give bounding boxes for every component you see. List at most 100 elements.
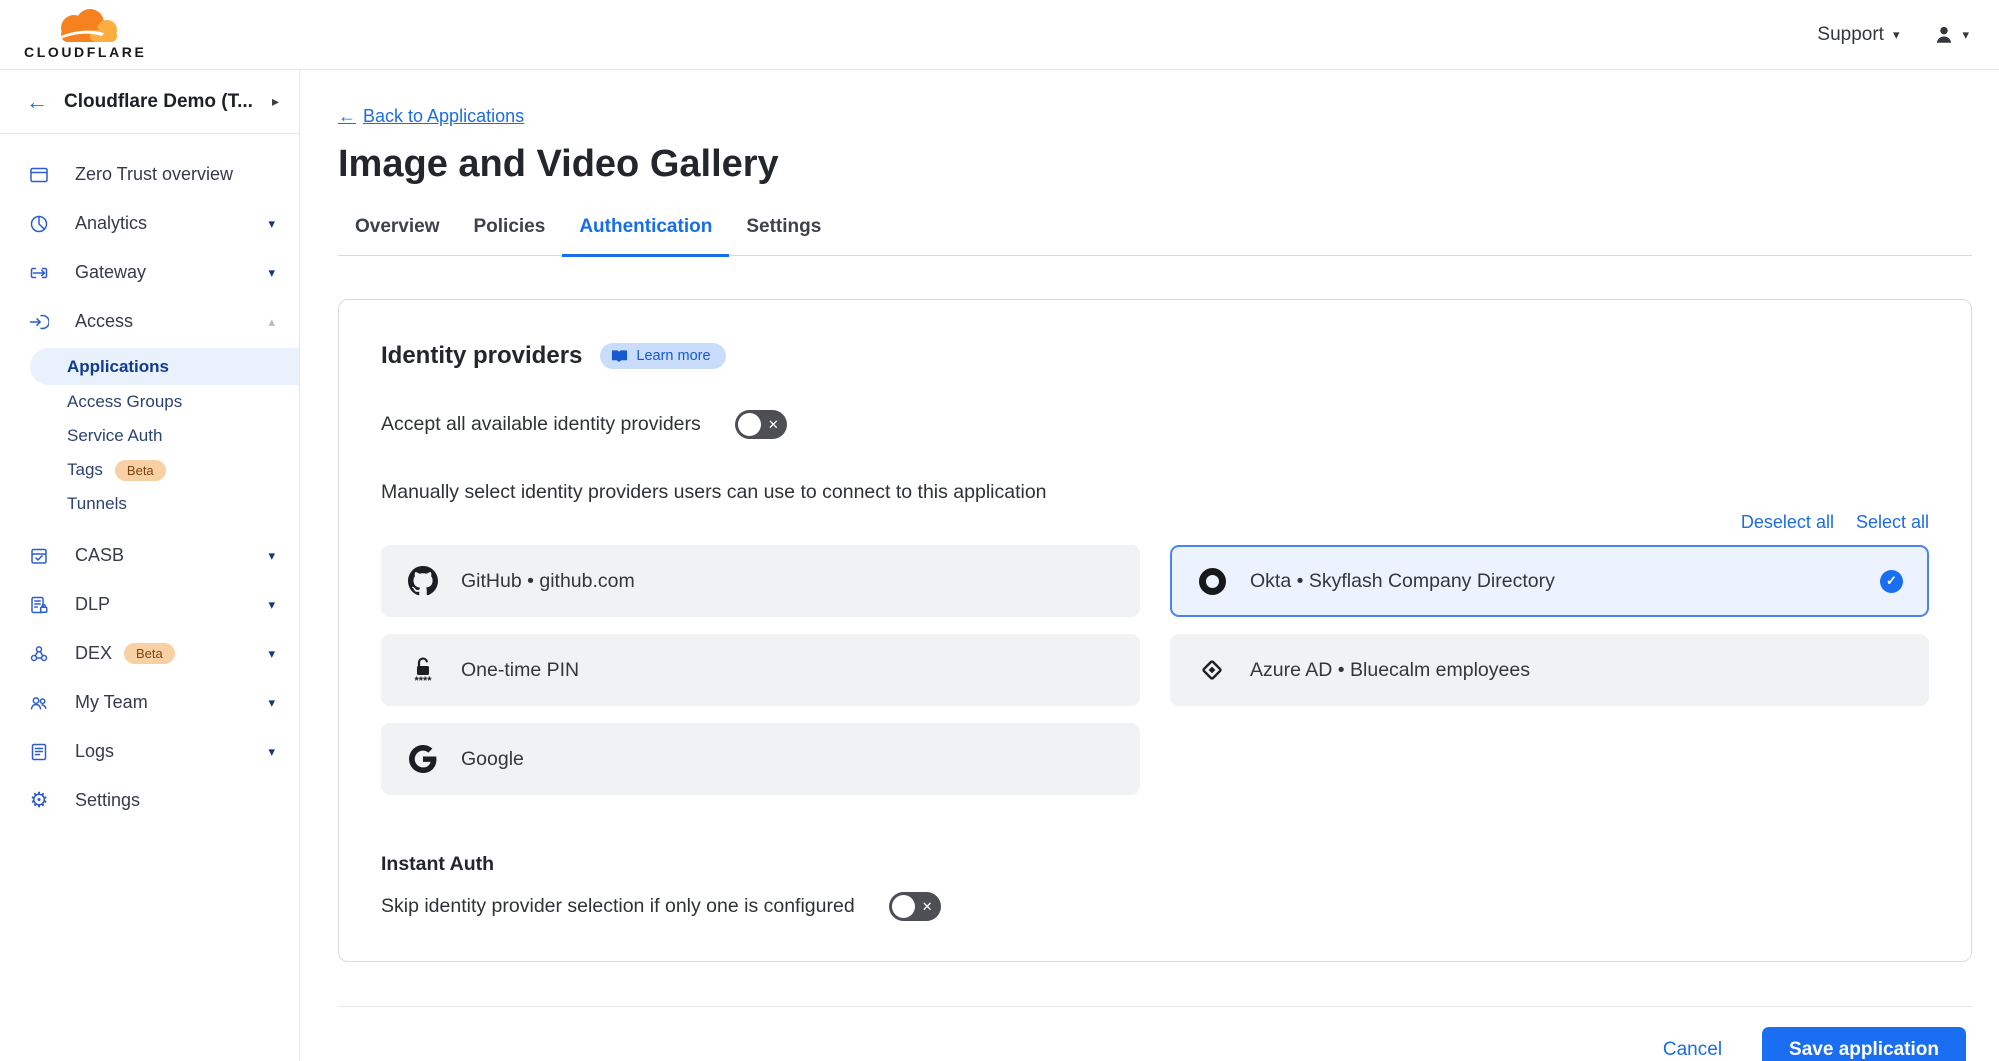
- sidebar-item-tunnels[interactable]: Tunnels: [0, 487, 299, 521]
- sidebar-item-zero-trust-overview[interactable]: Zero Trust overview: [0, 150, 299, 199]
- provider-label: Okta • Skyflash Company Directory: [1250, 570, 1555, 593]
- tab-authentication[interactable]: Authentication: [562, 216, 729, 257]
- access-submenu: Applications Access Groups Service Auth …: [0, 346, 299, 531]
- access-arrow-icon: [28, 312, 50, 332]
- network-icon: [28, 644, 50, 664]
- provider-azure-ad[interactable]: Azure AD • Bluecalm employees: [1170, 634, 1929, 706]
- sidebar-item-access-groups[interactable]: Access Groups: [0, 385, 299, 419]
- chevron-down-icon[interactable]: ▾: [268, 265, 275, 281]
- sidebar-item-applications[interactable]: Applications: [30, 348, 299, 385]
- learn-more-button[interactable]: Learn more: [600, 343, 725, 369]
- toggle-x-icon: ✕: [768, 417, 779, 433]
- instant-auth-label: Skip identity provider selection if only…: [381, 895, 855, 918]
- footer-actions: Cancel Save application: [338, 1007, 1972, 1061]
- sidebar-item-logs[interactable]: Logs ▾: [0, 727, 299, 776]
- provider-github[interactable]: GitHub • github.com: [381, 545, 1140, 617]
- provider-okta[interactable]: Okta • Skyflash Company Directory ✓: [1170, 545, 1929, 617]
- cancel-button[interactable]: Cancel: [1663, 1039, 1722, 1061]
- sidebar-item-label: Analytics: [75, 213, 147, 234]
- account-name[interactable]: Cloudflare Demo (T...: [64, 91, 256, 113]
- provider-one-time-pin[interactable]: **** One-time PIN: [381, 634, 1140, 706]
- chevron-down-icon[interactable]: ▾: [268, 216, 275, 232]
- sidebar-item-service-auth[interactable]: Service Auth: [0, 419, 299, 453]
- provider-label: GitHub • github.com: [461, 570, 635, 593]
- sidebar: ← Cloudflare Demo (T... ▸ Zero Trust ove…: [0, 70, 300, 1061]
- support-menu[interactable]: Support ▾: [1817, 24, 1899, 46]
- book-icon: [611, 349, 628, 363]
- sidebar-item-analytics[interactable]: Analytics ▾: [0, 199, 299, 248]
- identity-providers-card: Identity providers Learn more Accept all…: [338, 299, 1972, 962]
- provider-grid: GitHub • github.com Okta • Skyflash Comp…: [381, 545, 1929, 795]
- chevron-right-icon[interactable]: ▸: [272, 93, 279, 110]
- accept-all-toggle[interactable]: ✕: [735, 410, 787, 439]
- toggle-knob: [738, 413, 761, 436]
- sidebar-item-dex[interactable]: DEX Beta ▾: [0, 629, 299, 678]
- chevron-up-icon[interactable]: ▴: [268, 314, 275, 330]
- sidebar-item-label: DEX: [75, 643, 112, 664]
- page-title: Image and Video Gallery: [338, 143, 1972, 186]
- sidebar-item-label: CASB: [75, 545, 124, 566]
- main-content: ← Back to Applications Image and Video G…: [300, 70, 1999, 1061]
- sidebar-item-gateway[interactable]: Gateway ▾: [0, 248, 299, 297]
- tab-overview[interactable]: Overview: [338, 216, 457, 257]
- sidebar-item-dlp[interactable]: DLP ▾: [0, 580, 299, 629]
- cloudflare-logo-text: CLOUDFLARE: [24, 44, 146, 60]
- chevron-down-icon[interactable]: ▾: [268, 646, 275, 662]
- gateway-icon: [28, 263, 50, 283]
- tab-policies[interactable]: Policies: [457, 216, 563, 257]
- chevron-down-icon[interactable]: ▾: [268, 695, 275, 711]
- sidebar-item-label: Gateway: [75, 262, 146, 283]
- gear-icon: ⚙: [28, 790, 50, 811]
- provider-google[interactable]: Google: [381, 723, 1140, 795]
- back-arrow-icon[interactable]: ←: [26, 91, 48, 113]
- sidebar-item-label: My Team: [75, 692, 148, 713]
- svg-text:****: ****: [414, 675, 432, 686]
- tab-bar: Overview Policies Authentication Setting…: [338, 216, 1972, 256]
- sidebar-item-my-team[interactable]: My Team ▾: [0, 678, 299, 727]
- chevron-down-icon: ▾: [1962, 28, 1969, 41]
- sidebar-item-label: Logs: [75, 741, 114, 762]
- sidebar-item-label: DLP: [75, 594, 110, 615]
- sidebar-subitem-label: Access Groups: [67, 392, 182, 412]
- toggle-x-icon: ✕: [922, 899, 933, 915]
- sidebar-item-label: Access: [75, 311, 133, 332]
- doc-lines-icon: [28, 742, 50, 762]
- sidebar-subitem-label: Service Auth: [67, 426, 162, 446]
- sidebar-item-label: Zero Trust overview: [75, 164, 233, 185]
- learn-more-label: Learn more: [636, 348, 710, 364]
- manual-select-text: Manually select identity providers users…: [381, 481, 1929, 504]
- google-icon: [407, 745, 439, 773]
- github-icon: [407, 566, 439, 596]
- pie-chart-icon: [28, 214, 50, 234]
- deselect-all-link[interactable]: Deselect all: [1741, 512, 1834, 533]
- user-icon: [1933, 24, 1955, 46]
- accept-toggle-label: Accept all available identity providers: [381, 413, 701, 436]
- sidebar-item-settings[interactable]: ⚙ Settings: [0, 776, 299, 825]
- cloudflare-cloud-icon: [44, 9, 126, 43]
- sidebar-subitem-label: Tags: [67, 460, 103, 480]
- sidebar-item-label: Settings: [75, 790, 140, 811]
- save-application-button[interactable]: Save application: [1762, 1027, 1966, 1061]
- window-icon: [28, 165, 50, 185]
- chevron-down-icon[interactable]: ▾: [268, 744, 275, 760]
- select-all-link[interactable]: Select all: [1856, 512, 1929, 533]
- card-heading: Identity providers: [381, 342, 582, 370]
- chevron-down-icon[interactable]: ▾: [268, 548, 275, 564]
- chevron-down-icon[interactable]: ▾: [268, 597, 275, 613]
- instant-auth-title: Instant Auth: [381, 853, 1929, 876]
- selected-check-icon: ✓: [1880, 570, 1903, 593]
- provider-label: One-time PIN: [461, 659, 579, 682]
- provider-label: Azure AD • Bluecalm employees: [1250, 659, 1530, 682]
- box-check-icon: [28, 546, 50, 566]
- sidebar-item-access[interactable]: Access ▴: [0, 297, 299, 346]
- sidebar-item-tags[interactable]: Tags Beta: [0, 453, 299, 487]
- sidebar-item-casb[interactable]: CASB ▾: [0, 531, 299, 580]
- instant-auth-toggle[interactable]: ✕: [889, 892, 941, 921]
- sidebar-subitem-label: Applications: [67, 357, 169, 377]
- cloudflare-logo[interactable]: CLOUDFLARE: [24, 9, 146, 60]
- tab-settings[interactable]: Settings: [729, 216, 838, 257]
- user-menu[interactable]: ▾: [1933, 24, 1969, 46]
- sidebar-subitem-label: Tunnels: [67, 494, 127, 514]
- sidebar-nav: Zero Trust overview Analytics ▾: [0, 134, 299, 825]
- back-to-applications-link[interactable]: ← Back to Applications: [338, 106, 524, 127]
